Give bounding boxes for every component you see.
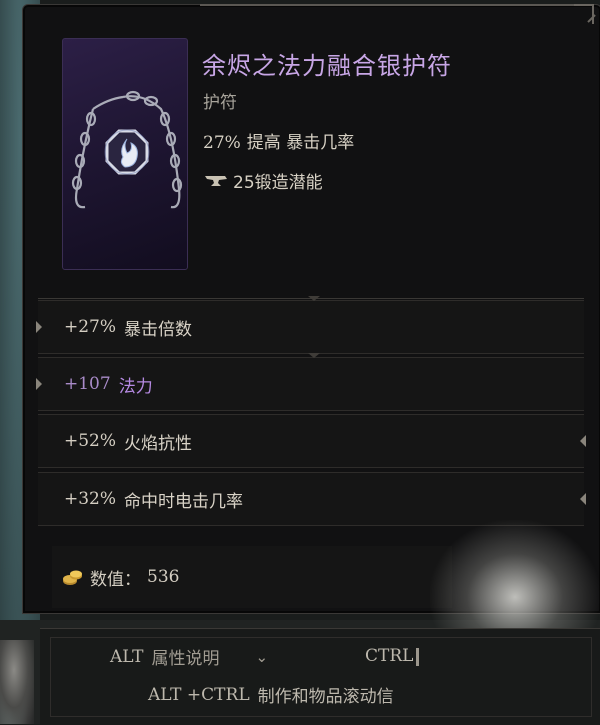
implicit-text: 提高 暴击几率 [246,133,355,153]
hint-alt: ALT 属性说明 ⌄ [110,644,269,670]
panel-top-border [200,4,584,9]
item-art-card [62,38,188,270]
forging-text: 锻造潜能 [254,173,323,193]
affix-notch [308,353,320,358]
value-amount: 536 [147,567,180,587]
affix-row: +27% 暴击倍数 [36,296,584,354]
affix-value: +32% [64,489,117,509]
item-type: 护符 [203,93,237,113]
gold-coins-icon [63,570,82,585]
hint-alt-ctrl: ALT +CTRL 制作和物品滚动信 [148,682,394,708]
affix-row: +52% 火焰抗性 [38,414,586,468]
forging-potential: 25锻造潜能 [203,168,323,193]
affix-name: 暴击倍数 [124,319,193,340]
amulet-chain-flame-icon [71,90,183,209]
alt-ctrl-hint-text: 制作和物品滚动信 [257,687,394,707]
value-label: 数值： [90,569,141,590]
affix-row: +107 法力 [36,353,584,411]
affix-value: +27% [64,317,117,337]
ctrl-hint-divider [416,648,419,666]
alt-hint-text: 属性说明 [151,649,220,669]
affix-name: 火焰抗性 [124,433,193,454]
panel-corner-ornament [574,4,594,24]
affix-notch [580,435,586,447]
ctrl-key-label: CTRL [365,646,414,666]
chevron-down-icon[interactable]: ⌄ [256,648,269,666]
item-value-box: 数值： 536 [52,546,452,608]
anvil-icon [205,175,227,186]
forging-value: 25 [233,173,255,193]
implicit-stat: 27% 提高 暴击几率 [203,128,354,153]
affix-notch [36,321,42,333]
affix-notch [308,296,320,301]
affix-name: 法力 [118,376,153,397]
hint-bar [40,628,600,725]
affix-name: 命中时电击几率 [124,491,244,512]
affix-value: +107 [64,374,111,394]
affix-row: +32% 命中时电击几率 [38,472,586,526]
item-name: 余烬之法力融合银护符 [202,52,452,80]
implicit-value: 27% [203,133,241,153]
affix-notch [36,378,42,390]
alt-key-label: ALT [110,646,144,667]
alt-ctrl-key-label: ALT +CTRL [148,684,250,705]
affix-notch [580,493,586,505]
affix-value: +52% [64,431,117,451]
game-world-detail [0,640,34,724]
